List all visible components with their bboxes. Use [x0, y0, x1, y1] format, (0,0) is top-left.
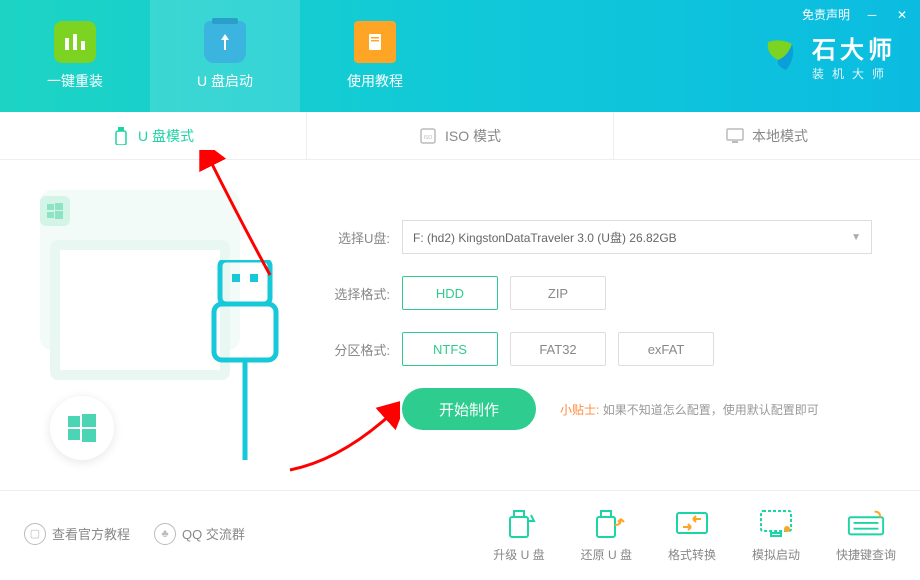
- upgrade-usb-button[interactable]: 升级 U 盘: [493, 504, 544, 563]
- simulate-icon: [756, 504, 796, 540]
- tab-iso-mode[interactable]: ISO ISO 模式: [307, 112, 614, 159]
- tab-local-label: 本地模式: [752, 126, 808, 146]
- format-zip-button[interactable]: ZIP: [510, 276, 606, 310]
- main-content: 选择U盘: F: (hd2) KingstonDataTraveler 3.0 …: [0, 160, 920, 490]
- convert-format-button[interactable]: 格式转换: [668, 504, 716, 563]
- svg-text:ISO: ISO: [424, 135, 433, 141]
- logo-subtitle: 装机大师: [812, 65, 896, 82]
- titlebar: 免责声明 ─ ✕: [802, 6, 910, 23]
- partition-label: 分区格式:: [320, 340, 390, 359]
- header: 免责声明 ─ ✕ 一键重装 U 盘启动 使用教程 石大师 装机大师: [0, 0, 920, 112]
- upgrade-icon: [499, 504, 539, 540]
- nav-reinstall-label: 一键重装: [47, 71, 103, 91]
- convert-icon: [672, 504, 712, 540]
- iso-icon: ISO: [419, 127, 437, 145]
- logo-title: 石大师: [812, 30, 896, 65]
- tab-usb-label: U 盘模式: [138, 126, 194, 146]
- tip-label: 小贴士:: [560, 403, 599, 417]
- hotkey-query-button[interactable]: 快捷键查询: [836, 504, 896, 563]
- minimize-button[interactable]: ─: [864, 7, 880, 23]
- nav-usb-boot[interactable]: U 盘启动: [150, 0, 300, 112]
- nav-reinstall[interactable]: 一键重装: [0, 0, 150, 112]
- partition-fat32-button[interactable]: FAT32: [510, 332, 606, 366]
- mode-tabs: U 盘模式 ISO ISO 模式 本地模式: [0, 112, 920, 160]
- format-hdd-button[interactable]: HDD: [402, 276, 498, 310]
- usb-cable-icon: [200, 260, 290, 465]
- qq-icon: ♣: [154, 523, 176, 545]
- windows-badge-icon: [50, 396, 114, 460]
- nav-usb-boot-label: U 盘启动: [197, 71, 253, 91]
- disk-label: 选择U盘:: [320, 228, 390, 247]
- local-icon: [726, 127, 744, 145]
- format-label: 选择格式:: [320, 284, 390, 303]
- disk-select[interactable]: F: (hd2) KingstonDataTraveler 3.0 (U盘) 2…: [402, 220, 872, 254]
- restore-usb-button[interactable]: 还原 U 盘: [581, 504, 632, 563]
- official-tutorial-link[interactable]: ▢ 查看官方教程: [24, 523, 130, 545]
- nav-tutorial-label: 使用教程: [347, 71, 403, 91]
- chevron-down-icon: ▼: [851, 232, 861, 243]
- disclaimer-link[interactable]: 免责声明: [802, 6, 850, 23]
- bottom-bar: ▢ 查看官方教程 ♣ QQ 交流群 升级 U 盘 还原 U 盘 格式转换 模拟启…: [0, 490, 920, 576]
- usb-boot-icon: [204, 21, 246, 63]
- qq-group-link[interactable]: ♣ QQ 交流群: [154, 523, 245, 545]
- tab-usb-mode[interactable]: U 盘模式: [0, 112, 307, 159]
- restore-icon: [586, 504, 626, 540]
- disk-value: F: (hd2) KingstonDataTraveler 3.0 (U盘) 2…: [413, 229, 677, 246]
- tab-local-mode[interactable]: 本地模式: [614, 112, 920, 159]
- reinstall-icon: [54, 21, 96, 63]
- logo: 石大师 装机大师: [758, 30, 896, 82]
- usb-icon: [112, 127, 130, 145]
- logo-icon: [758, 34, 802, 78]
- keyboard-icon: [846, 504, 886, 540]
- tab-iso-label: ISO 模式: [445, 126, 501, 146]
- close-button[interactable]: ✕: [894, 7, 910, 23]
- nav-tutorial[interactable]: 使用教程: [300, 0, 450, 112]
- simulate-boot-button[interactable]: 模拟启动: [752, 504, 800, 563]
- form-area: 选择U盘: F: (hd2) KingstonDataTraveler 3.0 …: [280, 180, 890, 490]
- tip-text: 小贴士: 如果不知道怎么配置，使用默认配置即可: [560, 401, 819, 418]
- book-icon: ▢: [24, 523, 46, 545]
- partition-exfat-button[interactable]: exFAT: [618, 332, 714, 366]
- start-button[interactable]: 开始制作: [402, 388, 536, 430]
- windows-corner-icon: [40, 196, 70, 226]
- partition-ntfs-button[interactable]: NTFS: [402, 332, 498, 366]
- tutorial-icon: [354, 21, 396, 63]
- illustration: [20, 180, 280, 490]
